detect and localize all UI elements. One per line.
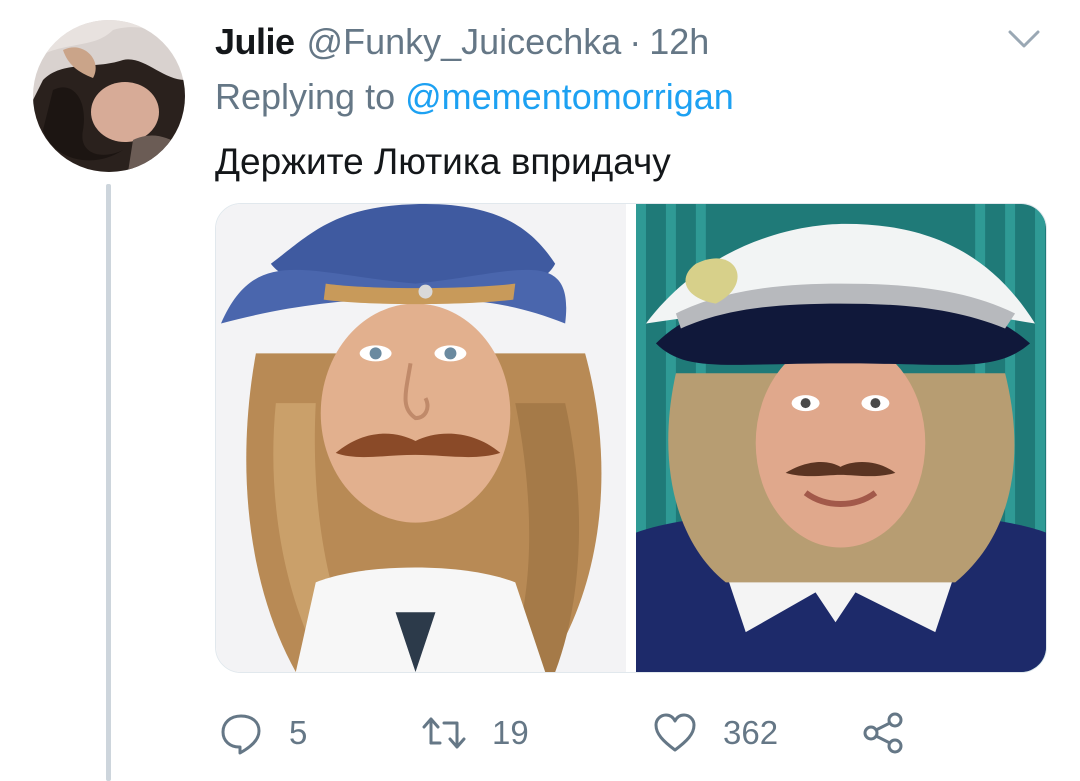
tweet-media <box>215 203 1047 673</box>
photo-man-feathered-tricorn-hat <box>636 204 1046 672</box>
share-icon <box>863 712 903 754</box>
like-button[interactable]: 362 <box>653 705 778 761</box>
media-photo-1[interactable] <box>216 204 626 672</box>
like-icon <box>654 713 696 752</box>
separator-dot: · <box>629 21 642 62</box>
timestamp[interactable]: 12h <box>649 18 709 66</box>
retweet-count: 19 <box>492 714 529 751</box>
chevron-down-icon <box>1008 30 1040 48</box>
retweet-icon <box>422 717 466 749</box>
tweet-menu-button[interactable] <box>1004 24 1044 54</box>
tweet-actions: 5 19 362 <box>215 705 975 761</box>
reply-button[interactable]: 5 <box>219 705 307 761</box>
retweet-button[interactable]: 19 <box>422 705 529 761</box>
like-count: 362 <box>723 714 779 751</box>
tweet-header: Julie @Funky_Juicechka · 12h <box>215 18 709 66</box>
author-handle[interactable]: @Funky_Juicechka <box>307 18 622 66</box>
avatar-image <box>33 20 185 172</box>
photo-man-blue-cowboy-hat <box>216 204 626 672</box>
thread-line <box>106 184 111 781</box>
media-photo-2[interactable] <box>636 204 1046 672</box>
author-name[interactable]: Julie <box>215 18 295 66</box>
replying-to: Replying to @mementomorrigan <box>215 73 734 121</box>
share-button[interactable] <box>861 705 905 761</box>
reply-icon <box>221 714 261 755</box>
tweet-text: Держите Лютика впридачу <box>215 141 671 182</box>
replying-to-label: Replying to <box>215 76 396 117</box>
author-avatar[interactable] <box>33 20 185 172</box>
reply-count: 5 <box>289 714 308 751</box>
replying-to-handle[interactable]: @mementomorrigan <box>405 76 734 117</box>
